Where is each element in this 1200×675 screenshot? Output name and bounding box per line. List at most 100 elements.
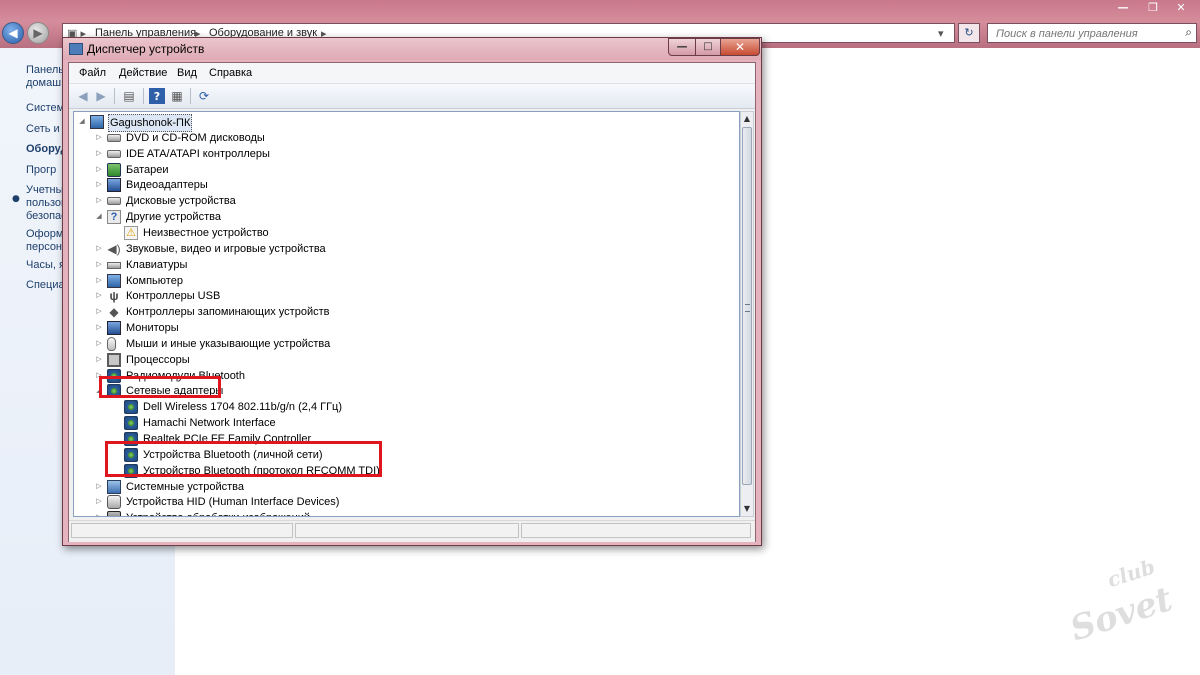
highlight-network-adapters <box>99 376 221 398</box>
disk-drive-icon <box>107 197 121 206</box>
tree-item-label: Устройства обработки изображений <box>125 510 311 516</box>
expand-arrow-icon[interactable]: ▷ <box>95 197 103 205</box>
tree-item[interactable]: ▷ Дисковые устройства <box>74 193 734 209</box>
help-icon[interactable]: ? <box>149 88 165 104</box>
tree-item[interactable]: ▷ Системные устройства <box>74 479 734 495</box>
scroll-down-icon[interactable]: ▼ <box>741 502 753 516</box>
tree-item[interactable]: Hamachi Network Interface <box>74 415 734 431</box>
expand-arrow-icon[interactable]: ▷ <box>95 150 103 158</box>
sidebar-link[interactable]: Систем <box>26 102 64 114</box>
sidebar-link[interactable]: Часы, я <box>26 259 65 271</box>
tree-item[interactable]: ▷ DVD и CD-ROM дисководы <box>74 130 734 146</box>
menu-action[interactable]: Действие <box>119 67 167 79</box>
expand-arrow-icon[interactable]: ▷ <box>95 134 103 142</box>
tree-item[interactable]: ▷ ψ Контроллеры USB <box>74 288 734 304</box>
sidebar-link[interactable]: Панель <box>26 64 64 76</box>
address-dropdown-icon[interactable]: ▾ <box>938 27 944 40</box>
expand-arrow-icon[interactable]: ▷ <box>95 308 103 316</box>
tree-item[interactable]: ▷ Устройства HID (Human Interface Devices… <box>74 494 734 510</box>
search-input[interactable] <box>994 25 1178 43</box>
tree-item-label: DVD и CD-ROM дисководы <box>126 131 265 144</box>
computer-icon <box>107 273 121 288</box>
tree-item-label: Dell Wireless 1704 802.11b/g/n (2,4 ГГц) <box>143 401 342 414</box>
maximize-button[interactable]: □ <box>695 38 721 56</box>
sidebar-link[interactable]: Оформ <box>26 228 63 240</box>
tree-item-label: Процессоры <box>126 353 190 366</box>
refresh-icon[interactable]: ↻ <box>958 23 980 43</box>
back-arrow-icon[interactable]: ◀ <box>2 22 24 44</box>
menu-view[interactable]: Вид <box>177 67 197 79</box>
menu-file[interactable]: Файл <box>79 67 106 79</box>
forward-arrow-icon[interactable]: ▶ <box>93 88 109 104</box>
tree-item[interactable]: ◢? Другие устройства <box>74 209 734 225</box>
expand-arrow-icon[interactable]: ▷ <box>95 245 103 253</box>
tree-item[interactable]: ◢ Gagushonok-ПК <box>74 114 734 132</box>
tree-item-label: Другие устройства <box>126 211 221 224</box>
tree-item-label: Батареи <box>126 163 169 176</box>
tree-item[interactable]: ▷ ◆ Контроллеры запоминающих устройств <box>74 304 734 320</box>
tree-item[interactable]: ▷ Компьютер <box>74 273 734 289</box>
sidebar-link[interactable]: Специа <box>26 279 65 291</box>
close-button[interactable]: ✕ <box>720 38 760 56</box>
tree-item[interactable]: ▷ ◀) Звуковые, видео и игровые устройства <box>74 241 734 257</box>
expand-arrow-icon[interactable]: ▷ <box>95 277 103 285</box>
scan-hardware-icon[interactable]: ⟳ <box>196 88 212 104</box>
tree-item[interactable]: ▷ Видеоадаптеры <box>74 177 734 193</box>
expand-arrow-icon[interactable]: ▷ <box>95 181 103 189</box>
minimize-icon[interactable]: — <box>1110 0 1136 17</box>
expand-arrow-icon[interactable]: ▷ <box>95 292 103 300</box>
status-cell <box>295 523 519 538</box>
expand-arrow-icon[interactable]: ▷ <box>95 324 103 332</box>
collapse-arrow-icon[interactable]: ◢ <box>95 213 103 221</box>
display-adapter-icon <box>107 178 121 193</box>
search-icon[interactable]: ⌕ <box>1185 25 1192 40</box>
tree-item[interactable]: ▷ Клавиатуры <box>74 257 734 273</box>
sidebar-link[interactable]: Прогр <box>26 164 56 176</box>
navigation-buttons: ◀ ▶ <box>2 22 50 46</box>
scroll-grip <box>745 304 750 312</box>
search-box[interactable]: ⌕ <box>987 23 1197 43</box>
tree-item[interactable]: ▷ Батареи <box>74 162 734 178</box>
vertical-scrollbar[interactable]: ▲ ▼ <box>740 111 754 517</box>
properties-icon[interactable]: ▦ <box>169 88 185 104</box>
expand-arrow-icon[interactable]: ▷ <box>95 483 103 491</box>
expand-arrow-icon[interactable]: ▷ <box>95 498 103 506</box>
tree-item[interactable]: Dell Wireless 1704 802.11b/g/n (2,4 ГГц) <box>74 399 734 415</box>
expand-arrow-icon[interactable]: ▷ <box>95 166 103 174</box>
sidebar-link[interactable]: персон <box>26 241 62 253</box>
expand-arrow-icon[interactable]: ▷ <box>95 514 103 516</box>
back-arrow-icon[interactable]: ◀ <box>75 88 91 104</box>
collapse-arrow-icon[interactable]: ◢ <box>78 118 86 126</box>
tree-item[interactable]: ▷ Мыши и иные указывающие устройства <box>74 336 734 352</box>
tree-item-label: Звуковые, видео и игровые устройства <box>126 242 326 255</box>
restore-icon[interactable]: ❐ <box>1140 0 1166 17</box>
sidebar-link[interactable]: домаш <box>26 77 61 89</box>
tree-item[interactable]: ⚠ Неизвестное устройство <box>74 225 734 241</box>
show-hide-console-tree-icon[interactable]: ▤ <box>121 88 137 104</box>
disc-drive-icon <box>107 133 121 142</box>
tree-item[interactable]: ▷ Устройства обработки изображений <box>74 510 734 516</box>
minimize-button[interactable]: — <box>668 38 696 56</box>
tree-item[interactable]: ▷ IDE ATA/ATAPI контроллеры <box>74 146 734 162</box>
mouse-icon <box>107 336 116 351</box>
expand-arrow-icon[interactable]: ▷ <box>95 261 103 269</box>
toolbar-separator <box>143 88 144 104</box>
watermark-logo: club Sovet <box>1049 547 1200 673</box>
scroll-thumb[interactable] <box>742 127 752 485</box>
tree-item-label: Устройства HID (Human Interface Devices) <box>126 496 340 509</box>
sidebar-link[interactable]: Учетны <box>26 184 64 196</box>
sidebar-link[interactable]: безопас <box>26 210 67 222</box>
tree-item[interactable]: ▷ Процессоры <box>74 352 734 368</box>
title-bar[interactable]: Диспетчер устройств — □ ✕ <box>63 38 761 60</box>
forward-arrow-icon[interactable]: ▶ <box>27 22 49 44</box>
tree-item[interactable]: ▷ Мониторы <box>74 320 734 336</box>
scroll-up-icon[interactable]: ▲ <box>741 112 753 126</box>
sidebar-link[interactable]: пользов <box>26 197 67 209</box>
expand-arrow-icon[interactable]: ▷ <box>95 340 103 348</box>
expand-arrow-icon[interactable]: ▷ <box>95 356 103 364</box>
close-icon[interactable]: ✕ <box>1168 0 1194 17</box>
menu-help[interactable]: Справка <box>209 67 252 79</box>
tree-item-label: Клавиатуры <box>126 258 188 271</box>
computer-icon <box>90 115 104 129</box>
ide-controller-icon <box>107 149 121 158</box>
